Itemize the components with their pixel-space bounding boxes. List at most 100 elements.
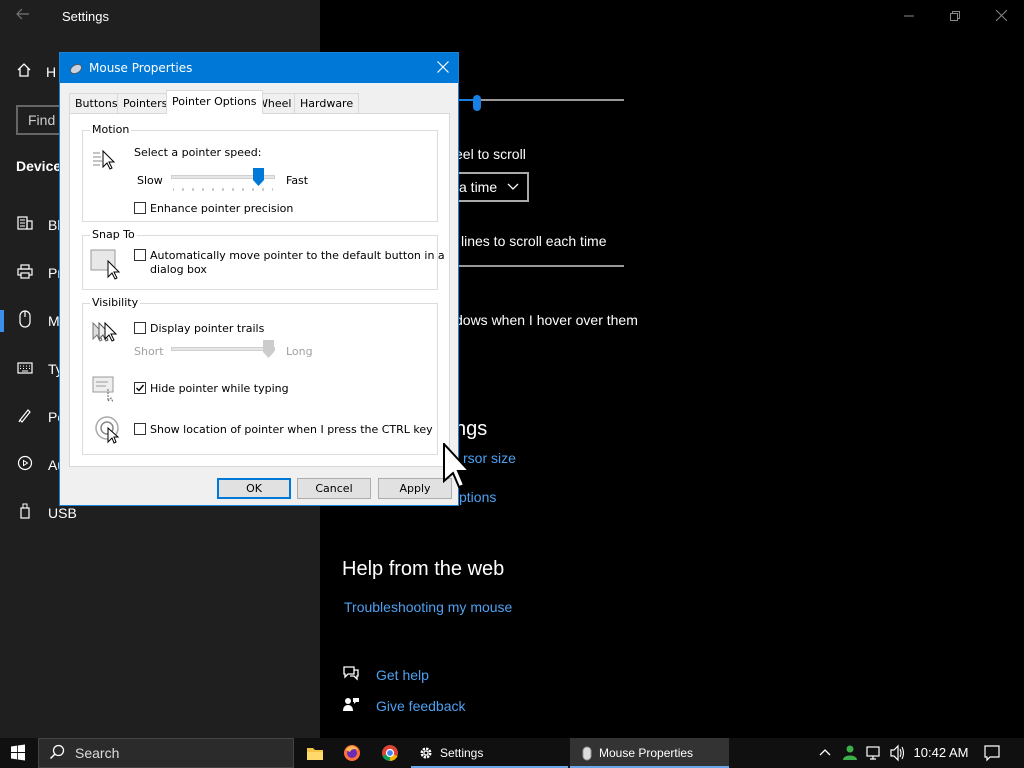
snap-to-checkbox[interactable] [134, 249, 146, 261]
pointer-trails-label[interactable]: Display pointer trails [150, 322, 264, 335]
network-icon [866, 746, 880, 760]
cursor-size-slider-thumb[interactable] [473, 95, 481, 111]
tab-hardware[interactable]: Hardware [294, 93, 360, 113]
hide-typing-checkbox[interactable] [134, 382, 146, 394]
feedback-icon [342, 696, 360, 716]
sidebar-section-heading: Device [16, 158, 62, 174]
show-location-icon [95, 414, 123, 449]
related-settings-heading: ngs [455, 418, 488, 440]
chevron-up-icon [819, 749, 831, 756]
troubleshooting-link[interactable]: Troubleshooting my mouse [344, 599, 512, 615]
motion-group-label: Motion [90, 123, 132, 136]
help-heading: Help from the web [342, 558, 505, 580]
chevron-down-icon [507, 174, 519, 209]
snap-to-label-line2[interactable]: dialog box [150, 263, 207, 276]
restore-button[interactable] [932, 4, 978, 28]
sidebar-item-label: M [48, 313, 60, 329]
firefox-icon [344, 745, 360, 761]
cancel-button[interactable]: Cancel [297, 478, 371, 499]
pointer-options-panel: Motion Select a pointer speed: Slow Fast… [69, 113, 450, 467]
snap-to-label-line1[interactable]: Automatically move pointer to the defaul… [150, 249, 445, 262]
mouse-properties-icon [69, 61, 83, 75]
printer-icon [0, 263, 46, 283]
taskbar-file-explorer[interactable] [300, 738, 330, 768]
enhance-precision-checkbox[interactable] [134, 202, 146, 214]
user-icon [843, 745, 857, 760]
snap-to-icon [90, 248, 122, 283]
taskbar-firefox[interactable] [337, 738, 367, 768]
mouse-icon [582, 746, 592, 760]
lines-slider-track[interactable] [455, 265, 624, 267]
usb-icon [0, 503, 46, 523]
mouse-properties-dialog: Mouse Properties Buttons Pointers Pointe… [59, 52, 459, 506]
chrome-icon [382, 745, 398, 762]
pointer-trails-icon [91, 319, 123, 350]
close-button[interactable] [978, 4, 1024, 28]
taskbar-chrome[interactable] [375, 738, 405, 768]
search-label: Search [75, 745, 120, 761]
show-location-label[interactable]: Show location of pointer when I press th… [150, 423, 433, 436]
search-icon [49, 744, 65, 763]
motion-group: Motion Select a pointer speed: Slow Fast… [82, 123, 438, 222]
hide-typing-icon [92, 375, 120, 406]
start-button[interactable] [0, 738, 36, 768]
wheel-scroll-label: eel to scroll [455, 146, 526, 162]
clock[interactable]: 10:42 AM [912, 738, 970, 768]
get-help-row[interactable]: Get help [342, 665, 429, 685]
settings-titlebar: Settings [0, 0, 1024, 32]
autoplay-icon [0, 455, 46, 475]
taskbar-mouse-properties-app[interactable]: Mouse Properties [570, 738, 729, 768]
cursor-size-slider-track[interactable] [478, 99, 624, 101]
taskbar-search-box[interactable]: Search [38, 738, 294, 768]
minimize-button[interactable] [886, 4, 932, 28]
tray-network-icon[interactable] [863, 738, 885, 768]
slow-label: Slow [137, 174, 163, 187]
taskbar-settings-app[interactable]: Settings [411, 738, 568, 768]
dialog-titlebar: Mouse Properties [60, 53, 458, 83]
enhance-precision-label[interactable]: Enhance pointer precision [150, 202, 293, 215]
scroll-mode-dropdown[interactable]: a time [455, 172, 529, 202]
window-title: Settings [62, 9, 109, 24]
trails-short-label: Short [134, 345, 164, 358]
home-icon [16, 62, 32, 81]
sidebar-home-label: H [46, 63, 57, 80]
volume-icon [890, 744, 905, 762]
tab-pointers[interactable]: Pointers [117, 93, 174, 113]
trails-length-thumb [263, 340, 274, 358]
trails-length-track [171, 347, 275, 351]
snap-to-group-label: Snap To [90, 228, 137, 241]
scroll-mode-value: a time [459, 179, 498, 195]
gear-icon [420, 747, 432, 759]
tab-buttons[interactable]: Buttons [69, 93, 124, 113]
ok-button[interactable]: OK [217, 478, 291, 499]
windows-logo-icon [11, 744, 25, 761]
additional-mouse-options-link[interactable]: ptions [459, 489, 496, 505]
pointer-trails-checkbox[interactable] [134, 322, 146, 334]
tray-user-icon[interactable] [839, 738, 861, 768]
apply-button[interactable]: Apply [378, 478, 452, 499]
snap-to-group: Snap To Automatically move pointer to th… [82, 228, 445, 290]
tab-pointer-options[interactable]: Pointer Options [166, 90, 263, 114]
sidebar-home[interactable]: H [16, 62, 56, 81]
tray-volume-icon[interactable] [887, 738, 909, 768]
back-arrow-icon[interactable] [10, 4, 36, 28]
pointer-speed-thumb[interactable] [252, 168, 264, 186]
show-hidden-icons-button[interactable] [815, 738, 835, 768]
mouse-cursor-icon [443, 443, 472, 489]
pointer-speed-prompt: Select a pointer speed: [134, 146, 262, 159]
get-help-link[interactable]: Get help [376, 667, 429, 683]
mouse-icon [0, 310, 46, 332]
show-location-checkbox[interactable] [134, 423, 146, 435]
hide-typing-label[interactable]: Hide pointer while typing [150, 382, 289, 395]
pointer-speed-icon [91, 148, 121, 175]
give-feedback-link[interactable]: Give feedback [376, 698, 466, 714]
action-center-button[interactable] [980, 738, 1004, 768]
file-explorer-icon [307, 747, 323, 760]
inactive-scroll-label: dows when I hover over them [455, 312, 638, 328]
trails-long-label: Long [286, 345, 313, 358]
chat-icon [342, 665, 360, 685]
give-feedback-row[interactable]: Give feedback [342, 696, 466, 716]
pen-icon [0, 407, 46, 427]
dialog-close-button[interactable] [428, 53, 458, 83]
taskbar-settings-label: Settings [440, 746, 484, 760]
